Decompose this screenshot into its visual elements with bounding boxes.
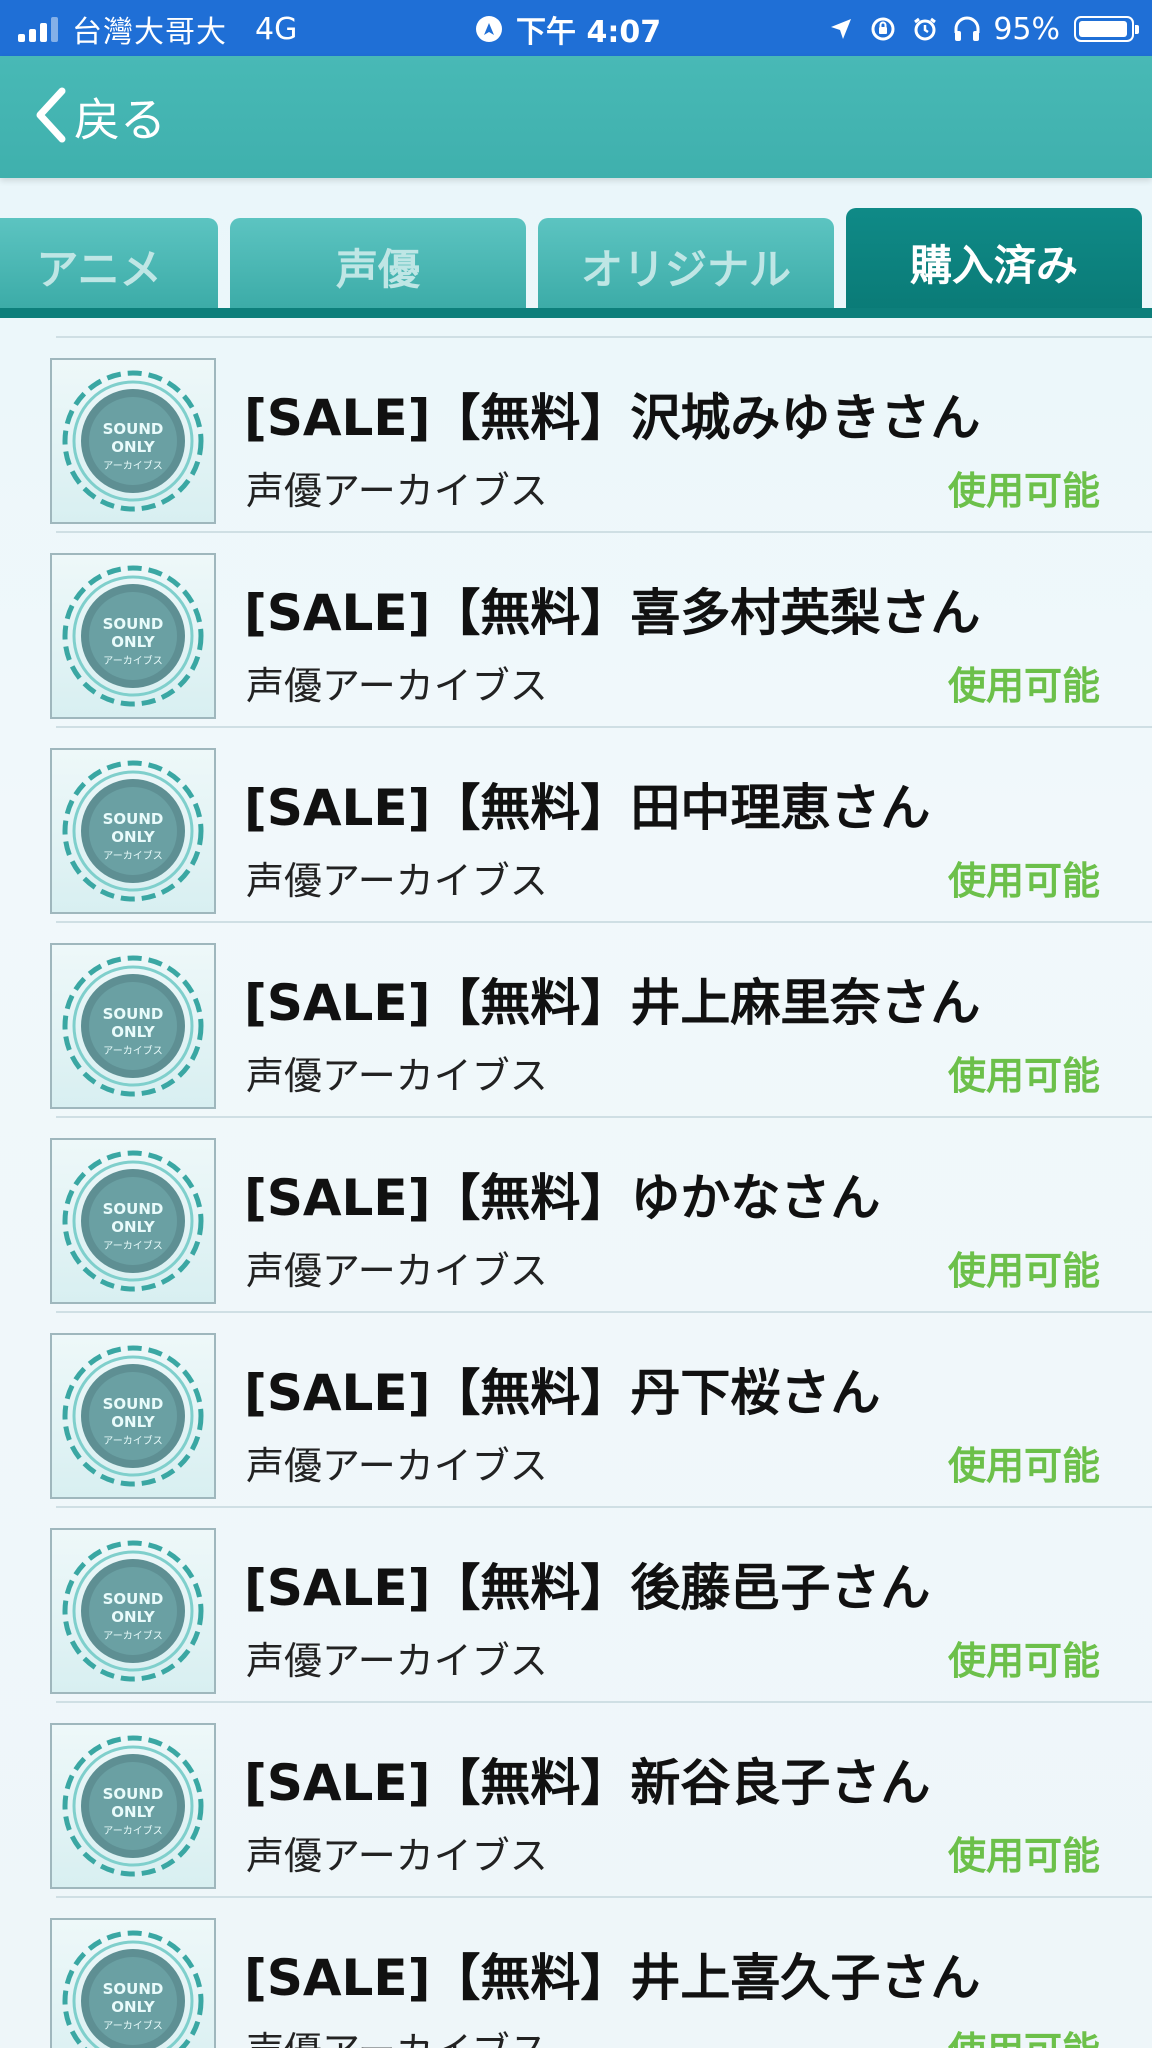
list-item[interactable]: SOUND ONLY アーカイブス [SALE]【無料】丹下桜さん声優アーカイブス 使用… bbox=[0, 1313, 1152, 1508]
svg-text:ONLY: ONLY bbox=[111, 1803, 156, 1821]
category-tabs: アニメ 声優 オリジナル 購入済み bbox=[0, 200, 1152, 318]
list-item[interactable]: SOUND ONLY アーカイブス [SALE]【無料】沢城みゆきさん声優アーカイブス… bbox=[0, 338, 1152, 533]
item-status: 使用可能 bbox=[947, 664, 1100, 708]
item-status: 使用可能 bbox=[947, 1054, 1100, 1098]
svg-text:アーカイブス: アーカイブス bbox=[103, 849, 162, 862]
item-title: [SALE]【無料】新谷良子さん bbox=[244, 1754, 931, 1812]
item-status: 使用可能 bbox=[947, 1444, 1100, 1488]
battery-percentage: 95% bbox=[993, 11, 1060, 47]
svg-text:アーカイブス: アーカイブス bbox=[103, 459, 162, 472]
navigation-app-icon bbox=[476, 16, 502, 42]
status-right: 95% bbox=[825, 8, 1139, 50]
item-status: 使用可能 bbox=[947, 1834, 1100, 1878]
svg-text:SOUND: SOUND bbox=[103, 1395, 164, 1413]
svg-text:SOUND: SOUND bbox=[103, 615, 164, 633]
battery-icon bbox=[1074, 16, 1139, 42]
item-category: 声優アーカイブス bbox=[246, 859, 548, 903]
network-type: 4G bbox=[255, 11, 298, 47]
tab-voice-actor[interactable]: 声優 bbox=[230, 218, 526, 314]
sound-only-thumbnail: SOUND ONLY アーカイブス bbox=[50, 1723, 216, 1889]
svg-text:ONLY: ONLY bbox=[111, 1413, 156, 1431]
sound-only-thumbnail: SOUND ONLY アーカイブス bbox=[50, 943, 216, 1109]
svg-text:アーカイブス: アーカイブス bbox=[103, 1434, 162, 1447]
sound-only-thumbnail: SOUND ONLY アーカイブス bbox=[50, 748, 216, 914]
item-status: 使用可能 bbox=[947, 1249, 1100, 1293]
svg-text:SOUND: SOUND bbox=[103, 1200, 164, 1218]
svg-text:ONLY: ONLY bbox=[111, 1023, 156, 1041]
svg-text:アーカイブス: アーカイブス bbox=[103, 1629, 162, 1642]
status-center: 下午 4:07 bbox=[476, 8, 661, 50]
location-arrow-icon bbox=[825, 13, 857, 45]
sound-only-thumbnail: SOUND ONLY アーカイブス bbox=[50, 1333, 216, 1499]
svg-text:ONLY: ONLY bbox=[111, 828, 156, 846]
item-title: [SALE]【無料】井上喜久子さん bbox=[244, 1949, 981, 2007]
item-category: 声優アーカイブス bbox=[246, 1249, 548, 1293]
svg-text:アーカイブス: アーカイブス bbox=[103, 1044, 162, 1057]
svg-text:ONLY: ONLY bbox=[111, 1608, 156, 1626]
navigation-bar: 戻る bbox=[0, 56, 1152, 178]
item-title: [SALE]【無料】田中理恵さん bbox=[244, 779, 931, 837]
svg-text:SOUND: SOUND bbox=[103, 810, 164, 828]
list-item[interactable]: SOUNDONLY アーカイブス [SALE]【無料】井上喜久子さん声優アーカイブス… bbox=[0, 1898, 1152, 2048]
svg-text:SOUND: SOUND bbox=[103, 1590, 164, 1608]
svg-text:SOUND: SOUND bbox=[103, 1005, 164, 1023]
item-category: 声優アーカイブス bbox=[246, 469, 548, 513]
back-label: 戻る bbox=[74, 93, 166, 147]
svg-text:ONLY: ONLY bbox=[111, 438, 156, 456]
list-item[interactable]: SOUND ONLY アーカイブス [SALE]【無料】新谷良子さん声優アーカイブス 使… bbox=[0, 1703, 1152, 1898]
item-title: [SALE]【無料】井上麻里奈さん bbox=[244, 974, 981, 1032]
svg-text:ONLY: ONLY bbox=[111, 633, 156, 651]
svg-text:SOUND: SOUND bbox=[103, 1785, 164, 1803]
back-button[interactable]: 戻る bbox=[32, 82, 166, 152]
svg-text:アーカイブス: アーカイブス bbox=[103, 1824, 162, 1837]
tab-anime[interactable]: アニメ bbox=[0, 218, 218, 314]
chevron-left-icon bbox=[32, 86, 68, 148]
sound-only-thumbnail: SOUND ONLY アーカイブス bbox=[50, 358, 216, 524]
item-title: [SALE]【無料】喜多村英梨さん bbox=[244, 584, 981, 642]
item-title: [SALE]【無料】ゆかなさん bbox=[244, 1169, 881, 1227]
rotation-lock-icon bbox=[867, 13, 899, 45]
item-status: 使用可能 bbox=[947, 859, 1100, 903]
item-category: 声優アーカイブス bbox=[246, 1639, 548, 1683]
item-title: [SALE]【無料】沢城みゆきさん bbox=[244, 389, 981, 447]
item-status: 使用可能 bbox=[947, 469, 1100, 513]
item-status: 使用可能 bbox=[948, 2020, 1100, 2048]
signal-icon bbox=[18, 16, 58, 42]
list-item[interactable]: SOUND ONLY アーカイブス [SALE]【無料】ゆかなさん声優アーカイブス 使用… bbox=[0, 1118, 1152, 1313]
list-item[interactable]: SOUND ONLY アーカイブス [SALE]【無料】井上麻里奈さん声優アーカイブス… bbox=[0, 923, 1152, 1118]
alarm-clock-icon bbox=[909, 13, 941, 45]
purchased-list: SOUND ONLY アーカイブス [SALE]【無料】沢城みゆきさん 声優アーカイブス… bbox=[0, 318, 1152, 2048]
list-item[interactable]: SOUND ONLY アーカイブス [SALE]【無料】田中理恵さん声優アーカイブス 使… bbox=[0, 728, 1152, 923]
status-left: 台灣大哥大 4G bbox=[18, 8, 297, 50]
status-bar: 台灣大哥大 4G 下午 4:07 95% bbox=[0, 0, 1152, 56]
svg-text:ONLY: ONLY bbox=[111, 1218, 156, 1236]
tabs-underline bbox=[0, 308, 1152, 318]
list-item[interactable]: SOUND ONLY アーカイブス [SALE]【無料】喜多村英梨さん声優アーカイブス… bbox=[0, 533, 1152, 728]
svg-text:アーカイブス: アーカイブス bbox=[103, 1239, 162, 1252]
sound-only-thumbnail: SOUND ONLY アーカイブス bbox=[50, 1918, 216, 2048]
tab-purchased[interactable]: 購入済み bbox=[846, 208, 1142, 316]
svg-text:SOUND: SOUND bbox=[103, 420, 164, 438]
headphones-icon bbox=[951, 13, 983, 45]
svg-text:アーカイブス: アーカイブス bbox=[103, 654, 162, 667]
sound-only-thumbnail: SOUND ONLY アーカイブス bbox=[50, 553, 216, 719]
svg-text:ONLY: ONLY bbox=[111, 1998, 156, 2016]
item-category: 声優アーカイブス bbox=[246, 664, 548, 708]
item-category: 声優アーカイブス bbox=[246, 1444, 548, 1488]
sound-only-thumbnail: SOUND ONLY アーカイブス bbox=[50, 1528, 216, 1694]
list-item[interactable]: SOUND ONLY アーカイブス [SALE]【無料】後藤邑子さん声優アーカイブス 使… bbox=[0, 1508, 1152, 1703]
item-category: 声優アーカイブス bbox=[246, 2020, 548, 2048]
tab-original[interactable]: オリジナル bbox=[538, 218, 834, 314]
item-title: [SALE]【無料】後藤邑子さん bbox=[244, 1559, 931, 1617]
item-category: 声優アーカイブス bbox=[246, 1054, 548, 1098]
svg-text:アーカイブス: アーカイブス bbox=[103, 2019, 162, 2032]
sound-only-thumbnail: SOUND ONLY アーカイブス bbox=[50, 1138, 216, 1304]
svg-text:SOUND: SOUND bbox=[103, 1980, 164, 1998]
carrier-name: 台灣大哥大 bbox=[72, 15, 227, 50]
item-title: [SALE]【無料】丹下桜さん bbox=[244, 1364, 881, 1422]
item-category: 声優アーカイブス bbox=[246, 1834, 548, 1878]
item-status: 使用可能 bbox=[947, 1639, 1100, 1683]
clock-time: 下午 4:07 bbox=[516, 15, 662, 50]
